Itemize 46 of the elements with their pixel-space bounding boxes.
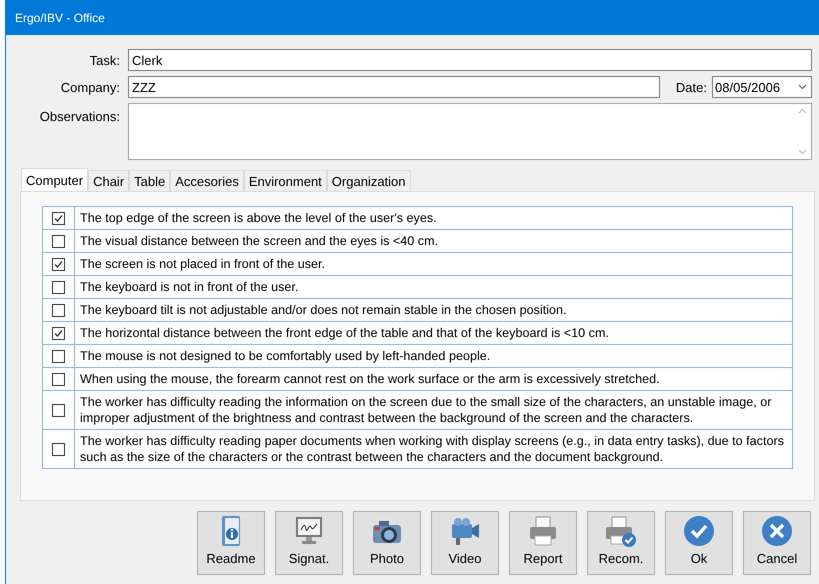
field-label: Date: xyxy=(676,80,707,94)
checkbox[interactable] xyxy=(52,258,65,270)
checkbox[interactable] xyxy=(52,372,65,386)
date-field[interactable]: 08/05/2006 xyxy=(712,76,812,98)
field-label: Observations: xyxy=(38,108,120,124)
tab[interactable]: Environment xyxy=(244,170,327,191)
tab[interactable]: Computer xyxy=(21,168,88,191)
recommend-button[interactable]: Recom. xyxy=(587,511,655,575)
checklist-item-text: The top edge of the screen is above the level of the user's eyes. xyxy=(79,210,438,227)
checkbox[interactable] xyxy=(52,350,65,362)
tab[interactable]: Table xyxy=(129,170,170,191)
tab[interactable]: Organization xyxy=(326,170,411,191)
tab[interactable]: Accesories xyxy=(170,170,244,191)
field-label: Company: xyxy=(60,80,120,94)
field-label: Task: xyxy=(88,52,120,68)
checklist-item-text: The keyboard is not in front of the user. xyxy=(79,279,300,296)
checklist-item-text: The screen is not placed in front of the user. xyxy=(79,256,326,273)
printer-check-icon xyxy=(604,514,638,548)
checklist-item-text: The mouse is not designed to be comfortably used by left-handed people. xyxy=(79,348,492,365)
checkbox[interactable] xyxy=(52,280,65,294)
checklist-item-text: The keyboard tilt is not adjustable and/or does not remain stable in the chosen position. xyxy=(79,302,568,319)
checkbox[interactable] xyxy=(52,404,65,416)
task-field[interactable]: Clerk xyxy=(128,49,812,71)
photo-button[interactable]: Photo xyxy=(353,511,421,575)
checklist-item-text: The worker has difficulty reading paper documents when working with display screens (e.g., in data entry tasks), due to factors such as the size of the characters or the contrast between the characters and the document background. xyxy=(79,433,785,466)
tab[interactable]: Chair xyxy=(88,170,130,191)
checkbox[interactable] xyxy=(52,326,65,340)
checkbox[interactable] xyxy=(52,442,65,456)
checklist-item-text: When using the mouse, the forearm cannot rest on the work surface or the arm is excessively stretched. xyxy=(79,371,661,388)
report-button[interactable]: Report xyxy=(509,511,577,575)
date-value: 08/05/2006 xyxy=(715,80,780,94)
checklist-item-text: The visual distance between the screen and the eyes is <40 cm. xyxy=(79,233,440,250)
checklist-item-text: The horizontal distance between the front edge of the table and that of the keyboard is <10 cm. xyxy=(79,325,610,342)
cancel-button[interactable]: Cancel xyxy=(743,511,811,575)
checkbox[interactable] xyxy=(52,212,65,224)
checklist-item-text: The worker has difficulty reading the information on the screen due to the small size of the characters, an unstable image, or improper adjustment of the brightness and contrast between the background of the screen and the characters. xyxy=(79,394,772,427)
company-field[interactable]: ZZZ xyxy=(128,76,660,98)
check-icon xyxy=(682,514,716,548)
checkbox[interactable] xyxy=(52,234,65,248)
window-title: Ergo/IBV - Office xyxy=(15,10,105,24)
checkbox[interactable] xyxy=(52,304,65,316)
close-icon xyxy=(760,514,794,548)
ok-button[interactable]: Ok xyxy=(665,511,733,575)
signature-button[interactable]: Signat. xyxy=(275,511,343,575)
video-button[interactable]: Video xyxy=(431,511,499,575)
readme-button[interactable]: Readme xyxy=(197,511,265,575)
